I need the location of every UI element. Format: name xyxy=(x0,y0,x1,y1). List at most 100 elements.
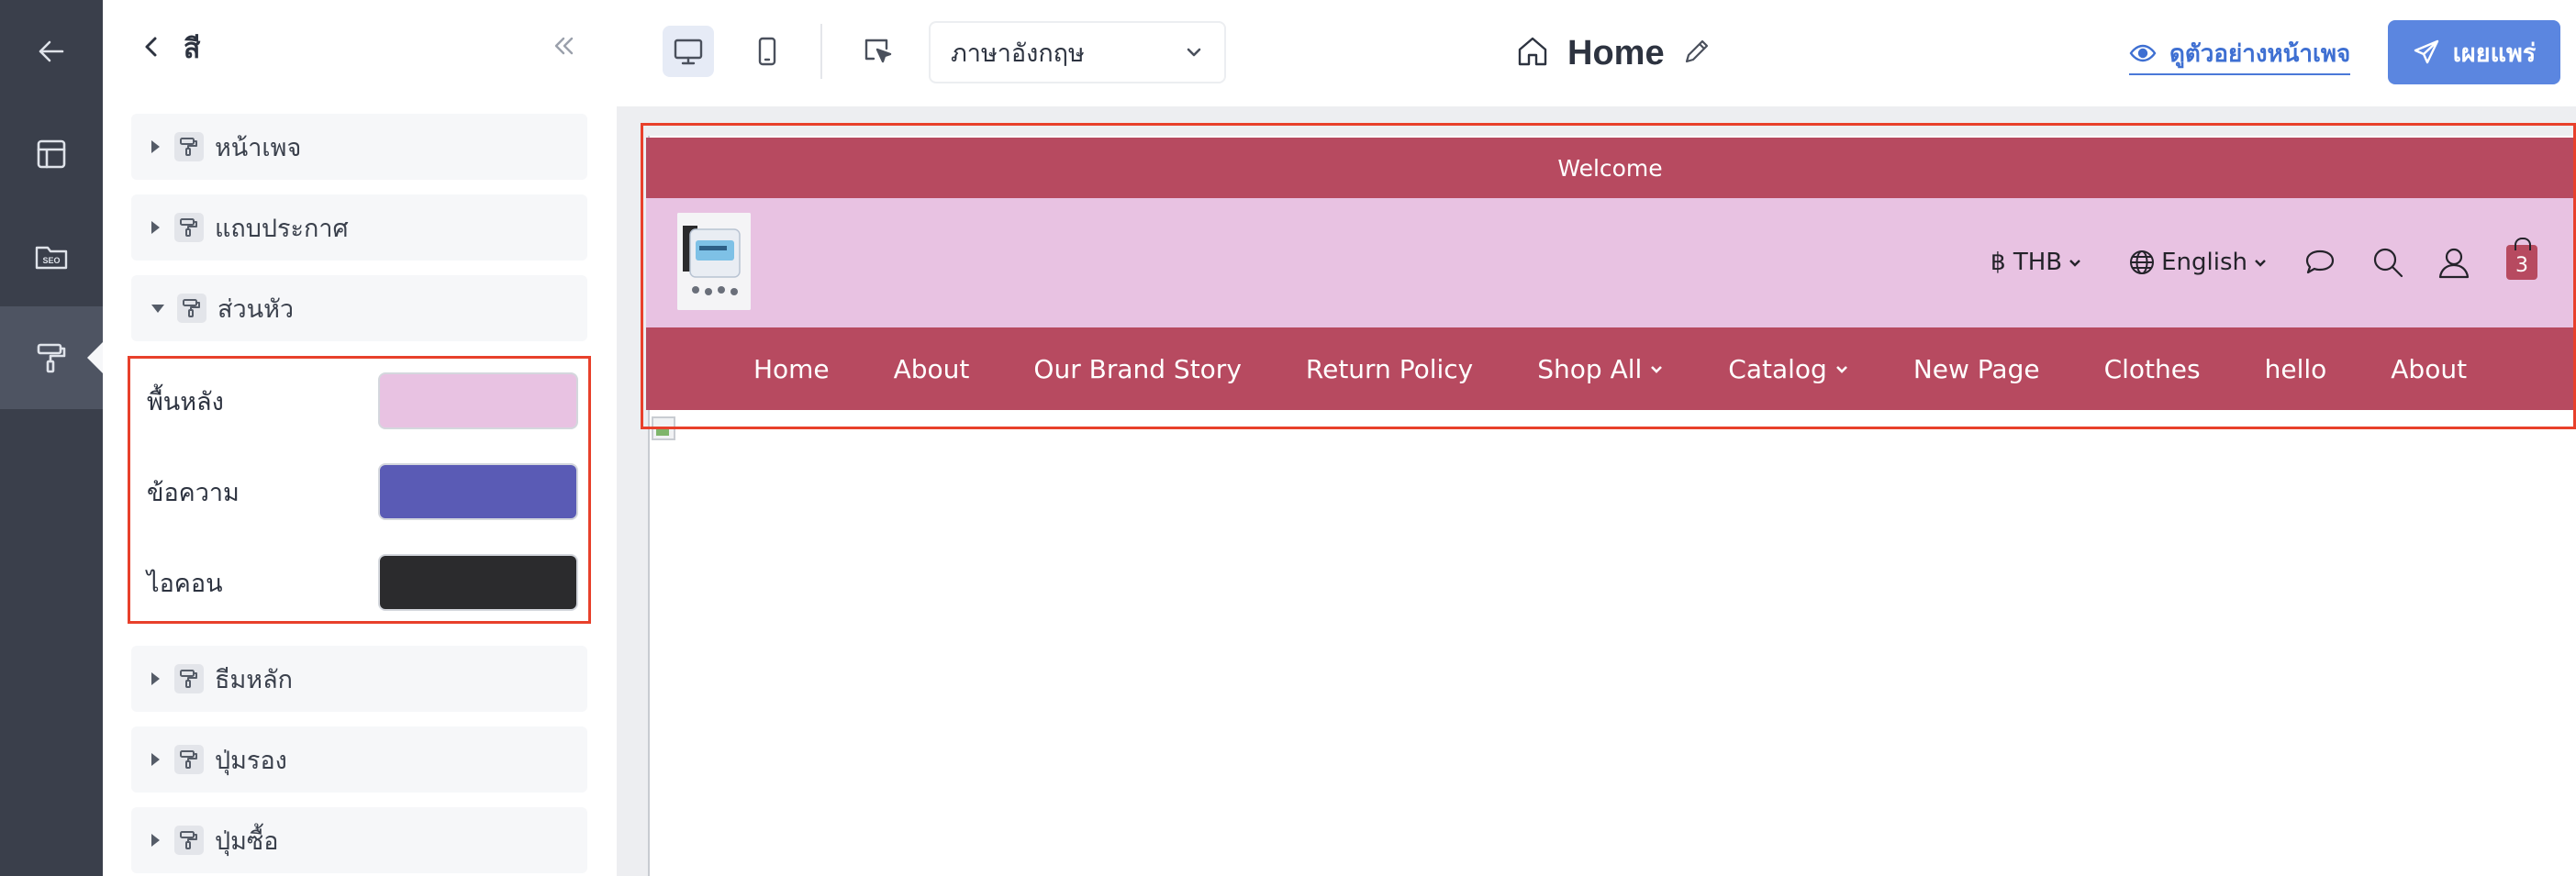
home-icon xyxy=(1514,33,1551,74)
desktop-icon xyxy=(674,39,703,65)
page-title: Home xyxy=(1567,33,1665,72)
caret-right-icon xyxy=(151,672,160,685)
nav-item-label: Shop All xyxy=(1537,353,1643,384)
section-page[interactable]: หน้าเพจ xyxy=(131,114,587,180)
caret-right-icon xyxy=(151,221,160,234)
toolbar-divider xyxy=(820,24,822,79)
nav-item-clothes[interactable]: Clothes xyxy=(2072,354,2233,384)
search-button[interactable] xyxy=(2370,245,2405,280)
nav-item-label: hello xyxy=(2264,353,2327,384)
color-label: ข้อความ xyxy=(147,478,240,506)
chat-button[interactable] xyxy=(2303,245,2337,280)
mobile-icon xyxy=(758,37,776,66)
page-name: Home xyxy=(1514,24,1712,83)
section-main-theme[interactable]: ธีมหลัก xyxy=(131,646,587,712)
seo-label: SEO xyxy=(42,256,60,265)
nav-item-return-policy[interactable]: Return Policy xyxy=(1274,354,1505,384)
panel-back-button[interactable] xyxy=(139,35,163,63)
publish-button[interactable]: เผยแพร่ xyxy=(2388,20,2560,84)
header-color-settings: พื้นหลัง ข้อความ ไอคอน xyxy=(128,356,591,624)
product-jar-image xyxy=(677,213,751,310)
color-row-background: พื้นหลัง xyxy=(147,371,578,430)
settings-panel: สี หน้าเพจ แถบประกาศ ส่วนหัว พื้นหลัง ข้… xyxy=(103,0,617,876)
search-icon xyxy=(2373,248,2403,278)
section-buy-button[interactable]: ปุ่มซื้อ xyxy=(131,807,587,873)
chevron-down-icon xyxy=(1835,366,1847,373)
pencil-icon xyxy=(1685,39,1708,62)
chevron-left-icon xyxy=(145,37,157,56)
paint-roller-icon xyxy=(174,213,204,242)
account-button[interactable] xyxy=(2437,245,2471,280)
currency-selector[interactable]: ฿ THB xyxy=(1991,249,2082,276)
color-label: ไอคอน xyxy=(147,569,223,597)
nav-item-label: Our Brand Story xyxy=(1033,353,1242,384)
panel-title: สี xyxy=(184,33,201,64)
send-icon xyxy=(2414,39,2438,64)
color-label: พื้นหลัง xyxy=(147,387,224,416)
layout-icon xyxy=(37,139,66,169)
chevron-down-icon xyxy=(1187,48,1201,57)
currency-value: ฿ THB xyxy=(1991,249,2063,276)
user-icon xyxy=(2438,248,2470,279)
color-row-icon: ไอคอน xyxy=(147,553,578,612)
cart-button[interactable]: 3 xyxy=(2506,238,2537,280)
double-chevron-left-icon xyxy=(554,37,574,55)
desktop-view-button[interactable] xyxy=(663,26,714,77)
announcement-bar[interactable]: Welcome xyxy=(646,138,2574,198)
seo-button[interactable]: SEO xyxy=(0,205,103,308)
paint-roller-icon xyxy=(177,294,206,323)
nav-item-shop-all[interactable]: Shop All xyxy=(1505,354,1696,384)
layout-button[interactable] xyxy=(0,103,103,205)
chevron-down-icon xyxy=(2069,260,2080,267)
section-label: แถบประกาศ xyxy=(215,214,349,242)
language-select[interactable]: ภาษาอังกฤษ xyxy=(929,21,1226,83)
publish-label: เผยแพร่ xyxy=(2452,39,2537,67)
nav-item-catalog[interactable]: Catalog xyxy=(1696,354,1881,384)
caret-right-icon xyxy=(151,753,160,766)
store-logo[interactable] xyxy=(677,213,751,310)
select-element-button[interactable] xyxy=(852,26,903,77)
nav-item-home[interactable]: Home xyxy=(721,354,862,384)
nav-item-label: About xyxy=(893,353,970,384)
cart-count: 3 xyxy=(2515,254,2528,277)
paint-roller-icon xyxy=(174,664,204,693)
nav-item-about[interactable]: About xyxy=(862,354,1002,384)
cursor-select-icon xyxy=(864,39,892,63)
section-announcement-bar[interactable]: แถบประกาศ xyxy=(131,194,587,261)
nav-item-our-brand-story[interactable]: Our Brand Story xyxy=(1001,354,1273,384)
section-label: ปุ่มรอง xyxy=(215,746,287,774)
back-button[interactable] xyxy=(0,0,103,103)
section-secondary-button[interactable]: ปุ่มรอง xyxy=(131,726,587,793)
left-rail: SEO xyxy=(0,0,104,876)
site-header[interactable]: ฿ THB English 3 xyxy=(646,198,2574,327)
theme-colors-button[interactable] xyxy=(0,306,104,409)
back-arrow-icon xyxy=(39,40,64,62)
nav-item-label: Home xyxy=(753,353,830,384)
section-header[interactable]: ส่วนหัว xyxy=(131,275,587,341)
section-label: ส่วนหัว xyxy=(217,294,295,323)
seo-icon: SEO xyxy=(35,246,68,270)
broken-image-placeholder xyxy=(652,416,675,440)
mobile-view-button[interactable] xyxy=(742,26,793,77)
paint-roller-icon xyxy=(174,745,204,774)
nav-item-new-page[interactable]: New Page xyxy=(1881,354,2072,384)
text-color-swatch[interactable] xyxy=(378,463,578,520)
site-nav: Home About Our Brand Story Return Policy Sho… xyxy=(646,327,2574,410)
preview-label: ดูตัวอย่างหน้าเพจ xyxy=(2169,39,2351,67)
collapse-panel-button[interactable] xyxy=(551,33,584,66)
background-color-swatch[interactable] xyxy=(378,372,578,429)
paint-roller-icon xyxy=(174,132,204,161)
edit-page-name-button[interactable] xyxy=(1681,36,1712,72)
chat-bubble-icon xyxy=(2305,249,2335,274)
nav-item-hello[interactable]: hello xyxy=(2233,354,2359,384)
language-selector[interactable]: English xyxy=(2128,249,2268,276)
nav-item-about[interactable]: About xyxy=(2359,354,2499,384)
chevron-down-icon xyxy=(1651,366,1663,373)
color-row-text: ข้อความ xyxy=(147,462,578,521)
paint-roller-icon xyxy=(174,826,204,855)
nav-item-label: About xyxy=(2391,353,2468,384)
paint-roller-icon xyxy=(37,343,66,373)
preview-page-link[interactable]: ดูตัวอย่างหน้าเพจ xyxy=(2129,33,2351,75)
icon-color-swatch[interactable] xyxy=(378,554,578,611)
caret-down-icon xyxy=(151,304,164,313)
